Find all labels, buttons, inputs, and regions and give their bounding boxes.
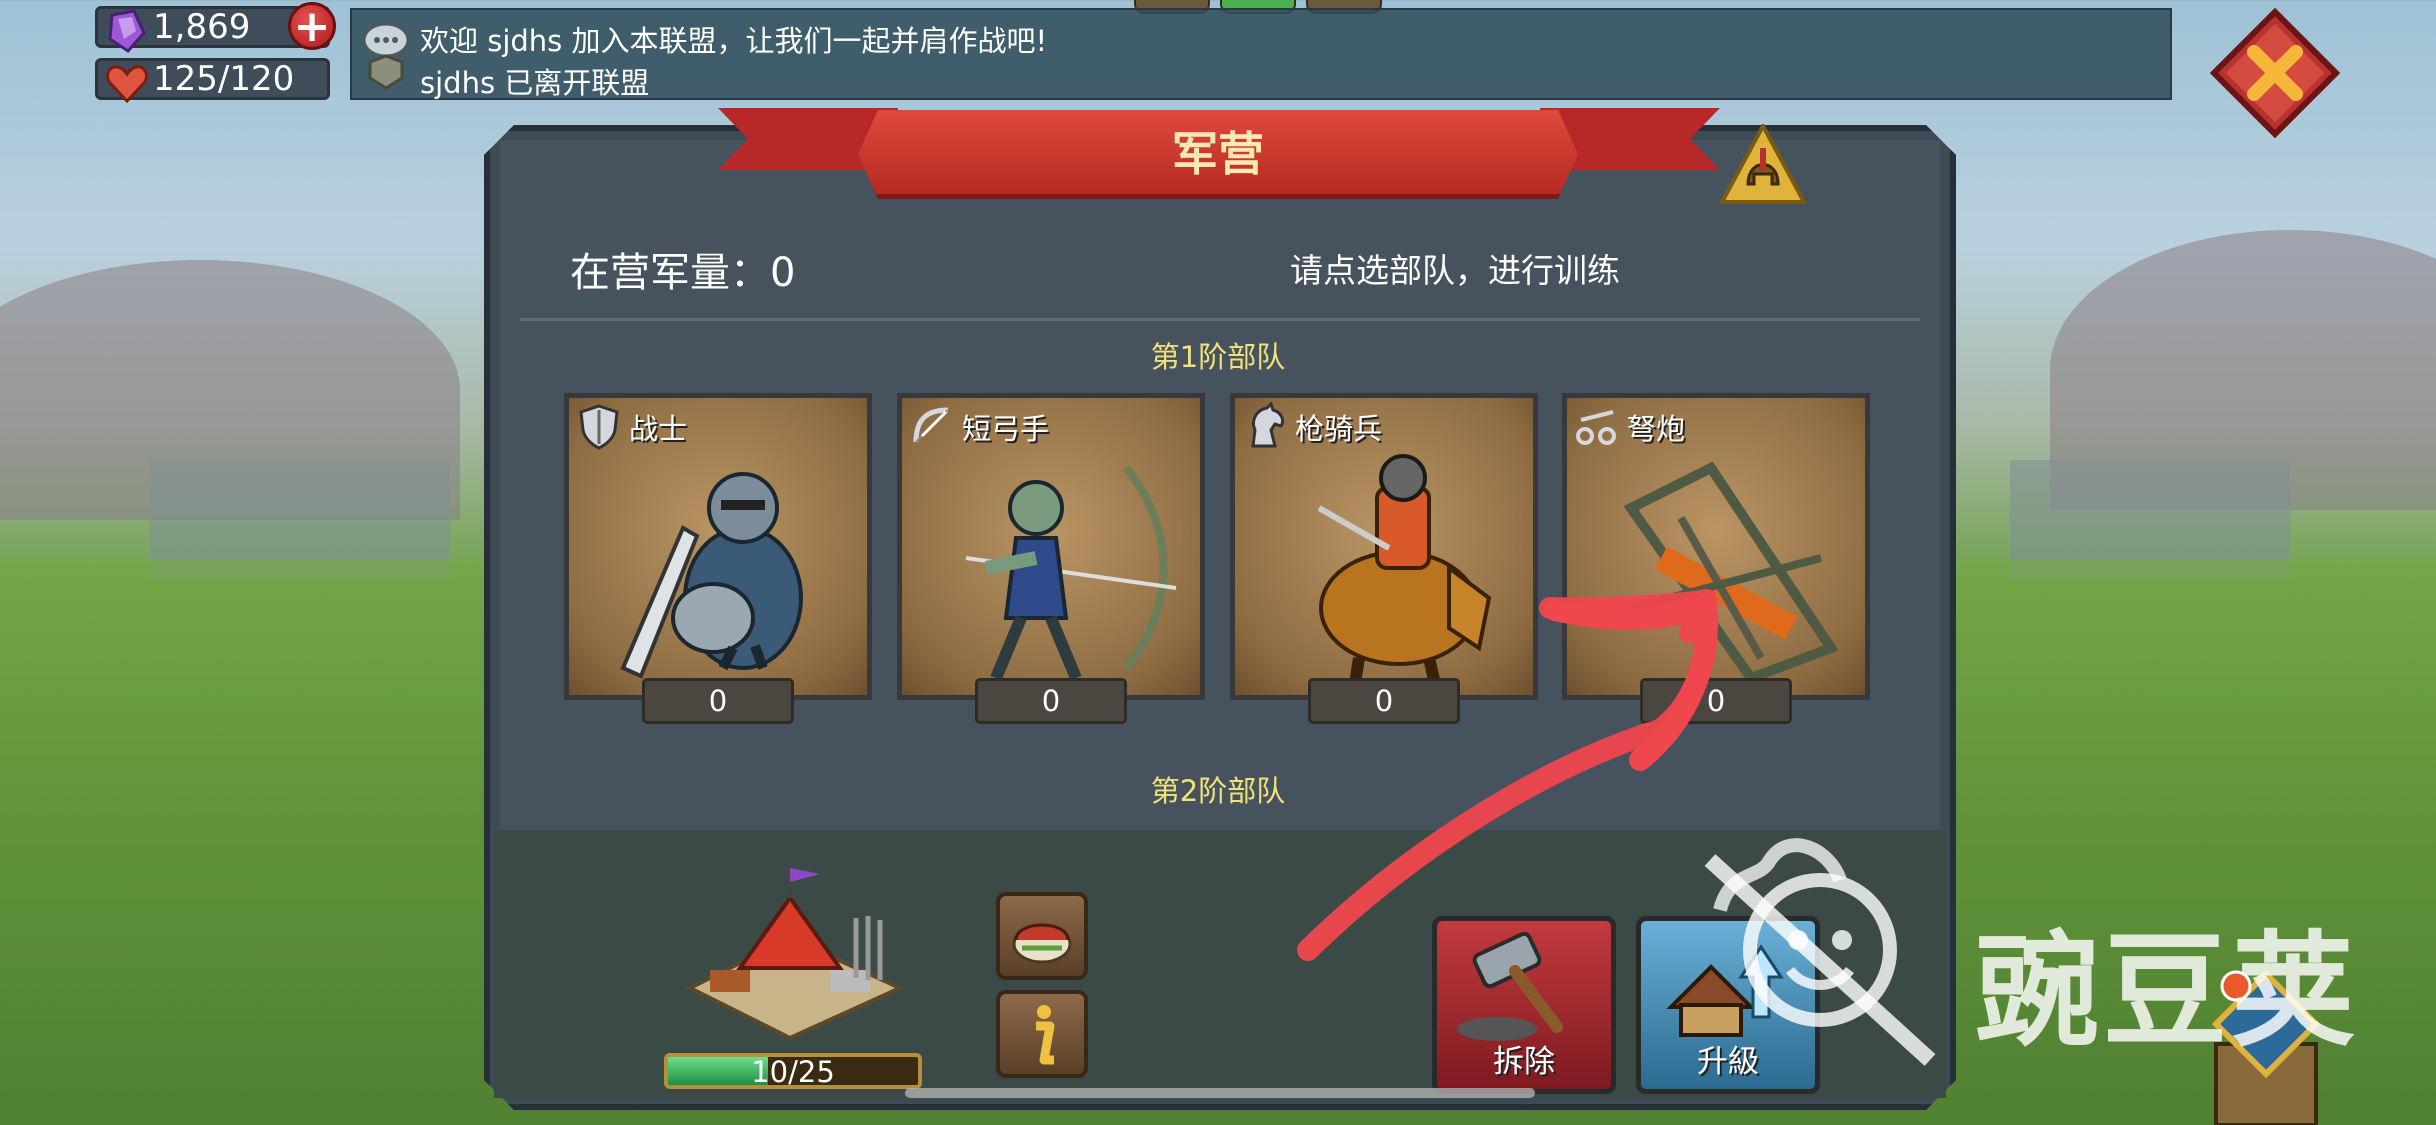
unit-count: 0 [642, 678, 794, 724]
troops-in-barracks: 在营军量：0 [570, 250, 796, 296]
message-line: 欢迎 sjdhs 加入本联盟，让我们一起并肩作战吧! [420, 24, 1048, 58]
unit-count: 0 [1308, 678, 1460, 724]
purple-gem-icon [108, 9, 146, 53]
close-button[interactable] [2210, 8, 2340, 138]
panel-title: 军营 [1172, 127, 1264, 181]
unit-name: 短弓手 [962, 412, 1050, 446]
capacity-progress-bar: 10/25 [664, 1053, 922, 1089]
unit-card-ballista[interactable]: 弩炮 [1562, 393, 1870, 700]
unit-card-warrior[interactable]: 战士 [564, 393, 872, 700]
bow-icon [913, 407, 949, 443]
stamina-counter: 125/120 [95, 58, 330, 104]
add-gems-button[interactable]: + [288, 2, 336, 50]
unit-name: 枪骑兵 [1295, 412, 1383, 446]
helmet-info-icon[interactable] [1720, 124, 1806, 210]
catapult-icon [1576, 410, 1616, 445]
unit-card-cavalry[interactable]: 枪骑兵 [1230, 393, 1538, 700]
training-hint: 请点选部队，进行训练 [1290, 251, 1620, 290]
message-line: sjdhs 已离开联盟 [420, 66, 650, 100]
food-icon [1012, 923, 1072, 964]
divider [520, 318, 1920, 321]
hammer-icon [1457, 931, 1563, 1041]
cavalry-illustration [1317, 454, 1492, 686]
info-button[interactable] [996, 990, 1088, 1078]
unit-card-archer[interactable]: 短弓手 [897, 393, 1205, 700]
archer-illustration [965, 465, 1177, 681]
watermark-text: 豌豆荚 [1975, 920, 2360, 1064]
watermark-logo [1704, 838, 1936, 1066]
info-icon [1036, 1005, 1055, 1065]
horse-icon [1251, 402, 1285, 448]
plus-icon: + [293, 1, 331, 52]
progress-text: 10/25 [751, 1055, 835, 1089]
stamina-count: 125/120 [153, 59, 295, 99]
tier-1-label: 第1阶部队 [1150, 340, 1286, 374]
alliance-chat-icon [362, 22, 410, 90]
gem-count: 1,869 [153, 7, 251, 47]
unit-count: 0 [975, 678, 1127, 724]
tier-2-label: 第2阶部队 [1150, 774, 1286, 808]
unit-name: 弩炮 [1627, 412, 1686, 446]
demolish-label: 拆除 [1493, 1044, 1555, 1080]
scroll-indicator[interactable] [905, 1088, 1535, 1098]
barracks-building-icon [685, 868, 905, 1041]
warrior-illustration [620, 472, 803, 679]
unit-name: 战士 [629, 412, 688, 446]
speedup-button[interactable] [996, 892, 1088, 980]
alliance-message-banner[interactable]: 欢迎 sjdhs 加入本联盟，让我们一起并肩作战吧! sjdhs 已离开联盟 [350, 8, 2172, 100]
shield-icon [579, 404, 619, 450]
heart-icon [106, 65, 148, 104]
ballista-illustration [1623, 461, 1839, 685]
demolish-button[interactable]: 拆除 [1432, 916, 1616, 1094]
unit-count: 0 [1640, 678, 1792, 724]
